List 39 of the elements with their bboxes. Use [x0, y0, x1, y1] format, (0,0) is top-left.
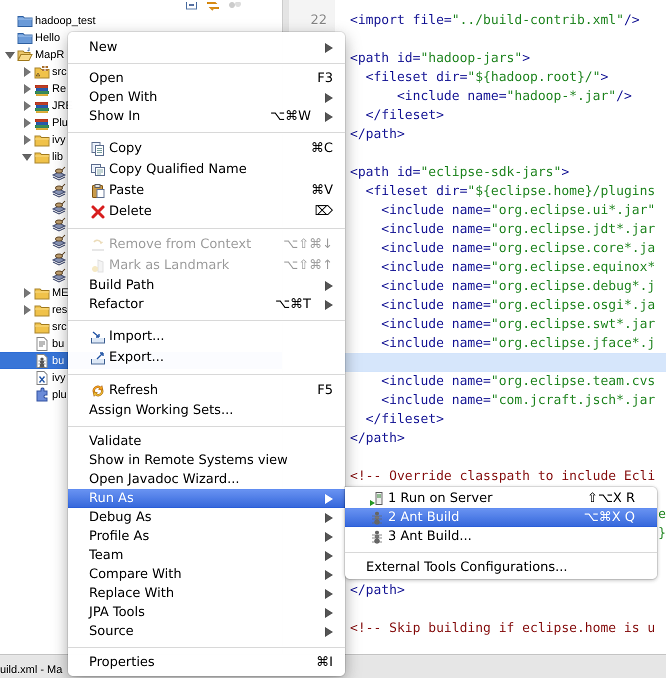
shortcut-label: F5 — [317, 383, 333, 398]
line-number: 22 — [310, 13, 327, 28]
code-line: <include name="org.eclipse.core*.ja — [380, 240, 656, 258]
code-line: <!-- Skip building if eclipse.home is u — [350, 620, 656, 638]
code-line: </path> — [350, 582, 405, 600]
code-line: <include name="org.eclipse.jdt*.jar — [380, 221, 656, 239]
code-line: <path id="eclipse-sdk-jars"> — [350, 164, 570, 182]
code-line: </fileset> — [364, 411, 444, 429]
shortcut-label: ⌥⌘T — [275, 297, 311, 312]
code-line: <include name="org.eclipse.osgi*.ja — [380, 297, 656, 315]
shortcut-label: ⌘V — [311, 183, 333, 198]
code-line: <import file="../build-contrib.xml"/> — [350, 12, 640, 30]
code-line: <!-- Override classpath to include Ecli — [350, 468, 656, 486]
code-line: </path> — [350, 430, 405, 448]
shortcut-label: ⇧⌥X R — [587, 491, 635, 506]
shortcut-label: F3 — [317, 71, 333, 86]
code-line: <include name="org.eclipse.ui*.jar" — [380, 202, 656, 220]
code-line: <include name="org.eclipse.team.cvs — [380, 373, 656, 391]
code-line: <path id="hadoop-jars"> — [350, 50, 530, 68]
code-line: <include name="org.eclipse.swt*.jar — [380, 316, 656, 334]
code-line: <fileset dir="${eclipse.home}/plugins — [364, 183, 656, 201]
shortcut-label: ⌥⌘W — [270, 109, 311, 124]
code-line: <include name="org.eclipse.jface*.j — [380, 335, 656, 353]
code-line: <include name="hadoop-*.jar"/> — [396, 88, 632, 106]
status-text: uild.xml - Ma — [0, 664, 62, 676]
code-line: <include name="org.eclipse.equinox* — [380, 259, 656, 277]
shortcut-label: ⌘C — [310, 141, 333, 156]
shortcut-label: ⌥⌘X Q — [584, 510, 635, 525]
code-line: <include name="org.eclipse.debug*.j — [380, 278, 656, 296]
code-line: </path> — [350, 126, 405, 144]
shortcut-label: ⌘I — [316, 655, 333, 670]
code-line: </fileset> — [364, 107, 444, 125]
shortcut-label: ⌦ — [314, 204, 333, 219]
code-fragment: } — [658, 525, 666, 543]
shortcut-label: ⌥⇧⌘↑ — [283, 258, 333, 273]
code-fragment: e — [658, 506, 666, 524]
code-line: <fileset dir="${hadoop.root}/"> — [364, 69, 608, 87]
code-line: <include name="com.jcraft.jsch*.jar — [380, 392, 656, 410]
shortcut-label: ⌥⇧⌘↓ — [283, 237, 333, 252]
